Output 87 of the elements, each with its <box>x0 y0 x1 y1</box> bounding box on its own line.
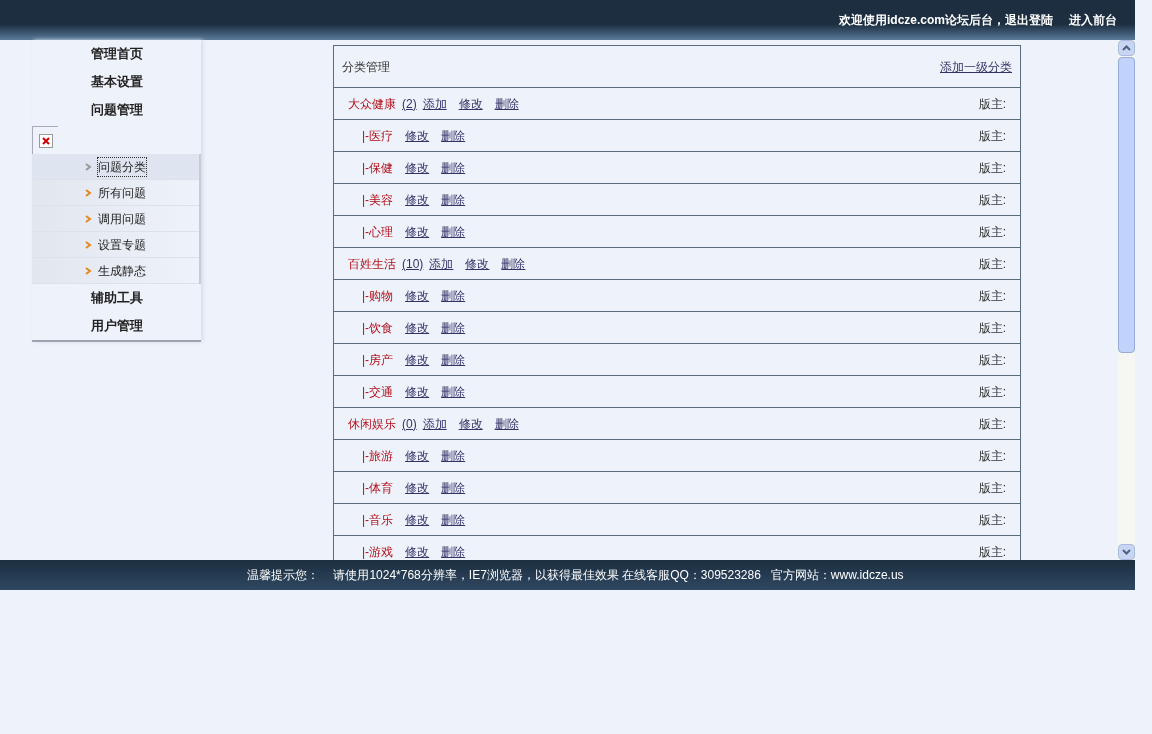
sidebar-menu-item[interactable]: 基本设置 <box>32 68 201 96</box>
count-link[interactable]: (10) <box>402 254 424 273</box>
action-link[interactable]: 删除 <box>441 510 466 529</box>
submenu-item[interactable]: 问题分类 <box>32 154 199 180</box>
sidebar-menu-item[interactable]: 问题管理 <box>32 96 201 124</box>
action-link[interactable]: 删除 <box>441 158 466 177</box>
moderator-label: 版主: <box>978 319 1006 337</box>
moderator-label: 版主: <box>978 255 1006 273</box>
category-name: |-心理 <box>362 223 394 241</box>
submenu-item[interactable]: 调用问题 <box>32 206 199 232</box>
moderator-label: 版主: <box>978 159 1006 177</box>
moderator-label: 版主: <box>978 383 1006 401</box>
action-link[interactable]: 修改 <box>405 350 430 369</box>
category-name: |-交通 <box>362 383 394 401</box>
action-link[interactable]: 删除 <box>441 478 466 497</box>
scroll-up-icon[interactable] <box>1122 45 1131 51</box>
action-link[interactable]: 修改 <box>405 158 430 177</box>
footer-message: 请使用1024*768分辨率，IE7浏览器，以获得最佳效果 在线客服QQ：309523286 官方网站：www.idcze.us <box>333 567 904 584</box>
footer-label: 温馨提示您： <box>247 567 320 584</box>
action-link[interactable]: 修改 <box>405 446 430 465</box>
action-link[interactable]: 删除 <box>441 286 466 305</box>
category-name: 大众健康 <box>348 95 396 113</box>
action-link[interactable]: 添加 <box>429 254 454 273</box>
moderator-label: 版主: <box>978 479 1006 497</box>
category-name: |-购物 <box>362 287 394 305</box>
category-name: 休闲娱乐 <box>348 415 396 433</box>
action-link[interactable]: 修改 <box>458 414 483 433</box>
submenu-item[interactable]: 设置专题 <box>32 232 199 258</box>
category-name: 百姓生活 <box>348 255 396 273</box>
logout-link[interactable]: 退出登陆 <box>1005 11 1053 29</box>
action-link[interactable]: 修改 <box>458 94 483 113</box>
moderator-label: 版主: <box>978 287 1006 305</box>
moderator-label: 版主: <box>978 351 1006 369</box>
action-link[interactable]: 添加 <box>422 94 447 113</box>
scroll-down-icon[interactable] <box>1122 549 1131 555</box>
action-link[interactable]: 删除 <box>441 382 466 401</box>
add-category-link[interactable]: 添加一级分类 <box>940 57 1012 76</box>
moderator-label: 版主: <box>978 447 1006 465</box>
action-link[interactable]: 修改 <box>405 126 430 145</box>
action-link[interactable]: 删除 <box>494 94 519 113</box>
moderator-label: 版主: <box>978 191 1006 209</box>
action-link[interactable]: 修改 <box>405 286 430 305</box>
sidebar-menu-item[interactable]: 管理首页 <box>32 40 201 68</box>
welcome-text: 欢迎使用idcze.com论坛后台， <box>838 12 1005 29</box>
category-name: |-游戏 <box>362 543 394 560</box>
action-link[interactable]: 修改 <box>405 510 430 529</box>
action-link[interactable]: 修改 <box>405 222 430 241</box>
count-link[interactable]: (2) <box>402 94 417 113</box>
moderator-label: 版主: <box>978 511 1006 529</box>
action-link[interactable]: 修改 <box>405 542 430 560</box>
sidebar-menu-item[interactable]: 辅助工具 <box>32 284 201 312</box>
moderator-label: 版主: <box>978 543 1006 560</box>
category-name: |-保健 <box>362 159 394 177</box>
category-name: |-美容 <box>362 191 394 209</box>
sidebar-menu-item[interactable]: 用户管理 <box>32 312 201 340</box>
action-link[interactable]: 删除 <box>441 350 466 369</box>
action-link[interactable]: 修改 <box>405 318 430 337</box>
action-link[interactable]: 修改 <box>405 478 430 497</box>
action-link[interactable]: 删除 <box>441 222 466 241</box>
category-name: |-医疗 <box>362 127 394 145</box>
action-link[interactable]: 删除 <box>441 446 466 465</box>
action-link[interactable]: 修改 <box>405 382 430 401</box>
count-link[interactable]: (0) <box>402 414 417 433</box>
action-link[interactable]: 删除 <box>441 542 466 560</box>
action-link[interactable]: 修改 <box>465 254 490 273</box>
action-link[interactable]: 删除 <box>441 126 466 145</box>
submenu-item[interactable]: 所有问题 <box>32 180 199 206</box>
moderator-label: 版主: <box>978 127 1006 145</box>
category-name: |-体育 <box>362 479 394 497</box>
table-title: 分类管理 <box>342 58 390 76</box>
category-name: |-音乐 <box>362 511 394 529</box>
moderator-label: 版主: <box>978 223 1006 241</box>
action-link[interactable]: 删除 <box>441 318 466 337</box>
category-name: |-旅游 <box>362 447 394 465</box>
category-name: |-房产 <box>362 351 394 369</box>
action-link[interactable]: 修改 <box>405 190 430 209</box>
moderator-label: 版主: <box>978 415 1006 433</box>
action-link[interactable]: 删除 <box>501 254 526 273</box>
category-name: |-饮食 <box>362 319 394 337</box>
action-link[interactable]: 删除 <box>494 414 519 433</box>
action-link[interactable]: 删除 <box>441 190 466 209</box>
action-link[interactable]: 添加 <box>422 414 447 433</box>
broken-image-icon <box>32 126 58 154</box>
submenu-item[interactable]: 生成静态 <box>32 258 199 284</box>
moderator-label: 版主: <box>978 95 1006 113</box>
scrollbar-thumb[interactable] <box>1118 57 1135 353</box>
front-page-link[interactable]: 进入前台 <box>1069 11 1117 29</box>
